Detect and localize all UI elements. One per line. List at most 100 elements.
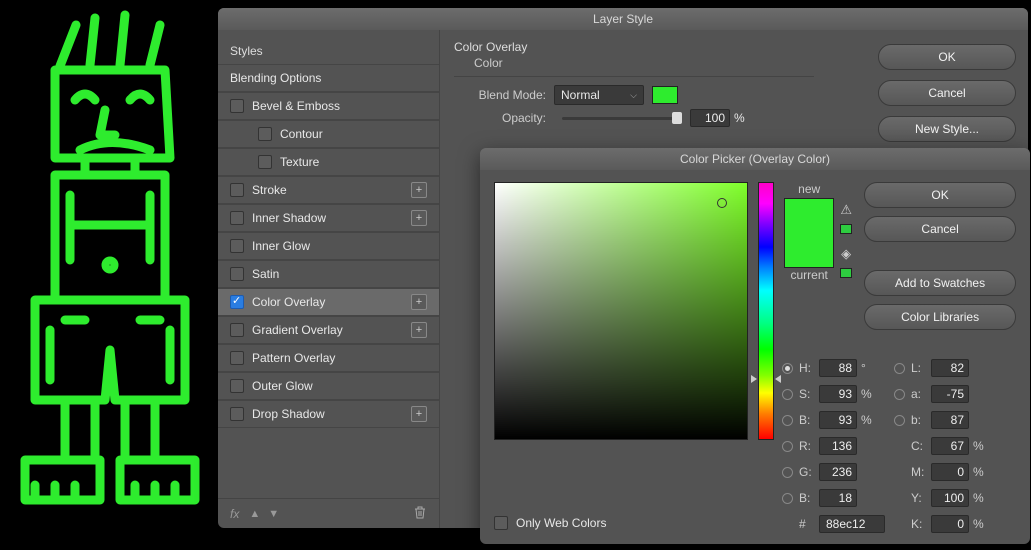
h-field[interactable]: 88 xyxy=(819,359,857,377)
blend-mode-label: Blend Mode: xyxy=(454,88,554,102)
color-picker-dialog: Color Picker (Overlay Color) new current… xyxy=(480,148,1030,544)
opacity-label: Opacity: xyxy=(454,111,554,125)
new-color-swatch xyxy=(785,199,833,233)
l-field[interactable]: 82 xyxy=(931,359,969,377)
style-item-drop-shadow[interactable]: Drop Shadow+ xyxy=(218,400,439,428)
style-checkbox[interactable] xyxy=(230,211,244,225)
add-to-swatches-button[interactable]: Add to Swatches xyxy=(864,270,1016,296)
section-title: Color Overlay xyxy=(454,40,864,54)
s-field[interactable]: 93 xyxy=(819,385,857,403)
style-item-label: Pattern Overlay xyxy=(252,351,335,365)
style-checkbox[interactable] xyxy=(258,127,272,141)
new-style-button[interactable]: New Style... xyxy=(878,116,1016,142)
r-field[interactable]: 136 xyxy=(819,437,857,455)
b-rgb-field[interactable]: 18 xyxy=(819,489,857,507)
s-radio[interactable] xyxy=(782,389,793,400)
style-item-label: Contour xyxy=(280,127,323,141)
opacity-slider[interactable] xyxy=(562,117,682,120)
style-item-color-overlay[interactable]: Color Overlay+ xyxy=(218,288,439,316)
opacity-field[interactable]: 100 xyxy=(690,109,730,127)
styles-sidebar: Styles Blending Options Bevel & Emboss Co… xyxy=(218,30,440,528)
add-effect-icon[interactable]: + xyxy=(411,406,427,422)
b-hsb-radio[interactable] xyxy=(782,415,793,426)
style-checkbox[interactable] xyxy=(230,323,244,337)
style-item-pattern-overlay[interactable]: Pattern Overlay xyxy=(218,344,439,372)
style-item-stroke[interactable]: Stroke + xyxy=(218,176,439,204)
color-field-cursor xyxy=(717,198,727,208)
style-checkbox[interactable] xyxy=(230,295,244,309)
b-lab-field[interactable]: 87 xyxy=(931,411,969,429)
hex-field[interactable]: 88ec12 xyxy=(819,515,885,533)
new-label: new xyxy=(784,182,834,196)
arrow-up-icon[interactable]: ▲ xyxy=(249,508,260,520)
style-checkbox[interactable] xyxy=(230,183,244,197)
color-field[interactable] xyxy=(494,182,748,440)
b-rgb-radio[interactable] xyxy=(782,493,793,504)
hue-slider[interactable] xyxy=(758,182,774,440)
style-checkbox[interactable] xyxy=(230,267,244,281)
m-field[interactable]: 0 xyxy=(931,463,969,481)
cp-cancel-button[interactable]: Cancel xyxy=(864,216,1016,242)
ok-button[interactable]: OK xyxy=(878,44,1016,70)
style-item-label: Inner Glow xyxy=(252,239,310,253)
a-field[interactable]: -75 xyxy=(931,385,969,403)
color-libraries-button[interactable]: Color Libraries xyxy=(864,304,1016,330)
only-web-colors-label: Only Web Colors xyxy=(516,516,606,530)
color-picker-title: Color Picker (Overlay Color) xyxy=(480,148,1030,170)
h-radio[interactable] xyxy=(782,363,793,374)
only-web-colors-checkbox[interactable] xyxy=(494,516,508,530)
websafe-swatch[interactable] xyxy=(840,268,852,278)
section-subtitle: Color xyxy=(474,56,864,70)
arrow-down-icon[interactable]: ▼ xyxy=(268,508,279,520)
g-field[interactable]: 236 xyxy=(819,463,857,481)
style-item-label: Inner Shadow xyxy=(252,211,326,225)
style-item-label: Stroke xyxy=(252,183,287,197)
c-field[interactable]: 67 xyxy=(931,437,969,455)
cp-ok-button[interactable]: OK xyxy=(864,182,1016,208)
overlay-color-swatch[interactable] xyxy=(652,86,678,104)
style-item-inner-glow[interactable]: Inner Glow xyxy=(218,232,439,260)
styles-footer: fx ▲ ▼ xyxy=(218,498,439,528)
opacity-unit: % xyxy=(734,111,745,125)
blend-mode-select[interactable]: Normal ⌵ xyxy=(554,85,644,105)
cancel-button[interactable]: Cancel xyxy=(878,80,1016,106)
g-radio[interactable] xyxy=(782,467,793,478)
r-radio[interactable] xyxy=(782,441,793,452)
style-checkbox[interactable] xyxy=(230,407,244,421)
canvas-preview xyxy=(0,0,218,545)
styles-header[interactable]: Styles xyxy=(218,38,439,64)
style-checkbox[interactable] xyxy=(230,379,244,393)
style-checkbox[interactable] xyxy=(230,351,244,365)
style-item-gradient-overlay[interactable]: Gradient Overlay + xyxy=(218,316,439,344)
add-effect-icon[interactable]: + xyxy=(411,182,427,198)
style-checkbox[interactable] xyxy=(258,155,272,169)
style-item-texture[interactable]: Texture xyxy=(218,148,439,176)
y-field[interactable]: 100 xyxy=(931,489,969,507)
style-item-label: Gradient Overlay xyxy=(252,323,343,337)
gamut-swatch[interactable] xyxy=(840,224,852,234)
style-item-inner-shadow[interactable]: Inner Shadow + xyxy=(218,204,439,232)
style-item-contour[interactable]: Contour xyxy=(218,120,439,148)
websafe-warning-icon[interactable]: ◈ xyxy=(841,246,851,262)
style-item-satin[interactable]: Satin xyxy=(218,260,439,288)
b-hsb-field[interactable]: 93 xyxy=(819,411,857,429)
style-item-label: Outer Glow xyxy=(252,379,313,393)
add-effect-icon[interactable]: + xyxy=(411,322,427,338)
add-effect-icon[interactable]: + xyxy=(411,294,427,310)
gamut-warning-icon[interactable]: ⚠ xyxy=(840,202,852,218)
blending-options-item[interactable]: Blending Options xyxy=(218,64,439,92)
trash-icon[interactable] xyxy=(413,505,427,522)
style-checkbox[interactable] xyxy=(230,239,244,253)
a-radio[interactable] xyxy=(894,389,905,400)
style-item-label: Satin xyxy=(252,267,279,281)
l-radio[interactable] xyxy=(894,363,905,374)
add-effect-icon[interactable]: + xyxy=(411,210,427,226)
k-field[interactable]: 0 xyxy=(931,515,969,533)
style-item-bevel-emboss[interactable]: Bevel & Emboss xyxy=(218,92,439,120)
style-checkbox[interactable] xyxy=(230,99,244,113)
fx-label[interactable]: fx xyxy=(230,507,239,521)
b-lab-radio[interactable] xyxy=(894,415,905,426)
chevron-down-icon: ⌵ xyxy=(630,90,637,101)
current-color-swatch[interactable] xyxy=(785,233,833,267)
style-item-outer-glow[interactable]: Outer Glow xyxy=(218,372,439,400)
